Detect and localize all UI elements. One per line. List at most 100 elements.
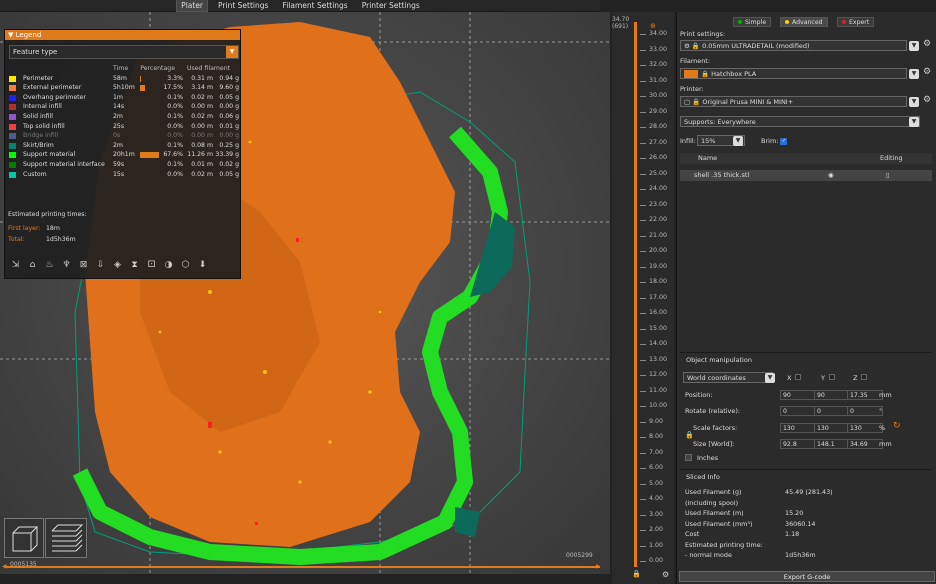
rotate-z-input[interactable]: 0 — [847, 406, 883, 416]
print-settings-select[interactable]: ⚙ 🔒 0.05mm ULTRADETAIL (modified) — [680, 40, 907, 51]
object-list-row[interactable]: shell .35 thick.stl ◉ ▯ — [680, 170, 932, 181]
tick-mark — [640, 359, 646, 361]
deretractions-icon[interactable]: ♆ — [59, 258, 74, 273]
legend-row[interactable]: Perimeter 58m 3.3% 0.31 m 0.94 g — [7, 74, 239, 84]
editing-icon[interactable]: ▯ — [886, 170, 890, 181]
tick-mark — [640, 111, 646, 113]
shells-icon[interactable]: ⬡ — [178, 258, 193, 273]
tab-filament-settings[interactable]: Filament Settings — [278, 0, 351, 11]
legend-row[interactable]: Support material 20h1m 67.6% 11.26 m 33.39 g — [7, 150, 239, 160]
lock-icon[interactable]: 🔒 — [632, 570, 641, 578]
layer-height-tick: 28.00 — [649, 123, 668, 130]
color-changes-icon[interactable]: ◈ — [110, 258, 125, 273]
scale-x-input[interactable]: 130 — [780, 423, 816, 433]
feature-filament-m: 0.02 m — [191, 112, 213, 120]
scale-y-input[interactable]: 130 — [814, 423, 850, 433]
tool-changes-icon[interactable]: ⇩ — [93, 258, 108, 273]
legend-row[interactable]: Support material interface 59s 0.1% 0.01 m 0… — [7, 160, 239, 170]
horizontal-slider-track[interactable] — [4, 566, 600, 568]
legend-row[interactable]: Internal infill 14s 0.0% 0.00 m 0.00 g — [7, 102, 239, 112]
reset-scale-icon[interactable]: ↻ — [893, 421, 901, 431]
size-x-input[interactable]: 92.8 — [780, 439, 816, 449]
legend-row[interactable]: External perimeter 5h10m 17.5% 3.14 m 9.60 g — [7, 83, 239, 93]
export-gcode-button[interactable]: Export G-code — [679, 571, 935, 582]
inches-label: Inches — [697, 454, 719, 462]
settings-gear-icon[interactable]: ⚙ — [662, 570, 669, 579]
layer-height-tick: 29.00 — [649, 107, 668, 115]
eye-icon[interactable]: ◉ — [828, 170, 834, 181]
legend-row[interactable]: Skirt/Brim 2m 0.1% 0.08 m 0.25 g — [7, 141, 239, 151]
inches-checkbox[interactable] — [685, 454, 692, 461]
feature-percentage: 0.1% — [167, 112, 183, 120]
center-of-gravity-icon[interactable]: ◑ — [161, 258, 176, 273]
legend-row[interactable]: Top solid infill 25s 0.0% 0.00 m 0.01 g — [7, 122, 239, 132]
lock-icon[interactable]: 🔒 — [685, 431, 694, 439]
tab-print-settings[interactable]: Print Settings — [214, 0, 272, 11]
feature-filament-g: 0.05 g — [219, 170, 239, 178]
chevron-down-icon[interactable]: ▼ — [909, 97, 919, 107]
mode-expert-button[interactable]: Expert — [837, 17, 875, 27]
size-z-input[interactable]: 34.69 — [847, 439, 883, 449]
pause-prints-icon[interactable]: ⧗ — [127, 258, 142, 273]
position-y-input[interactable]: 90 — [814, 390, 850, 400]
seams-icon[interactable]: ⊠ — [76, 258, 91, 273]
layer-height-tick: 23.00 — [649, 200, 668, 208]
chevron-down-icon[interactable]: ▼ — [765, 373, 775, 383]
position-x-input[interactable]: 90 — [780, 390, 816, 400]
chevron-down-icon[interactable]: ▼ — [909, 41, 919, 51]
rotate-y-input[interactable]: 0 — [814, 406, 850, 416]
tab-plater[interactable]: Plater — [176, 0, 209, 12]
view-type-select[interactable]: Feature type ▼ — [9, 45, 239, 59]
mode-simple-button[interactable]: Simple — [733, 17, 772, 27]
feature-name: Custom — [23, 170, 47, 178]
layers-view-button[interactable] — [45, 518, 87, 558]
wipe-icon[interactable]: ⌂ — [25, 258, 40, 273]
horizontal-move-slider[interactable]: 0005135 0005299 ◀ ▶ — [0, 552, 604, 574]
layer-height-tick: 27.00 — [649, 138, 668, 146]
feature-color-swatch — [9, 152, 16, 159]
chevron-down-icon[interactable]: ▼ — [909, 117, 919, 127]
right-arrow-icon[interactable]: ▶ — [596, 563, 601, 570]
legend-row[interactable]: Solid infill 2m 0.1% 0.02 m 0.06 g — [7, 112, 239, 122]
add-color-change-icon[interactable]: ⊕ — [650, 22, 656, 30]
custom-gcodes-icon[interactable]: ⚀ — [144, 258, 159, 273]
layer-height-tick: 11.00 — [649, 386, 668, 394]
gear-icon[interactable]: ⚙ — [923, 95, 931, 105]
gear-icon[interactable]: ⚙ — [923, 67, 931, 77]
retractions-icon[interactable]: ♨ — [42, 258, 57, 273]
chevron-down-icon[interactable]: ▼ — [733, 136, 743, 146]
scale-z-input[interactable]: 130 — [847, 423, 883, 433]
legend-row[interactable]: Custom 15s 0.0% 0.02 m 0.05 g — [7, 170, 239, 180]
filament-select[interactable]: 🔒 Hatchbox PLA — [680, 68, 907, 79]
cube-icon — [12, 526, 39, 552]
gear-icon[interactable]: ⚙ — [923, 39, 931, 49]
layer-height-tick: 15.00 — [649, 324, 668, 332]
chevron-down-icon[interactable]: ▼ — [909, 69, 919, 79]
feature-filament-g: 0.02 g — [219, 160, 239, 168]
3d-preview-viewport[interactable]: ▼ Legend Feature type ▼ Time Percentage … — [0, 12, 610, 574]
vertical-layer-slider[interactable]: 34.70 (691) ⊕ 34.00 33.00 32.00 31.00 30.00 29… — [612, 12, 674, 584]
3d-view-button[interactable] — [4, 518, 44, 558]
brim-checkbox[interactable]: ✓ — [780, 137, 788, 145]
tool-marker-icon[interactable]: ⬇ — [195, 258, 210, 273]
coordinates-select[interactable]: World coordinates — [683, 372, 773, 383]
legend-row[interactable]: Overhang perimeter 1m 0.1% 0.02 m 0.05 g — [7, 93, 239, 103]
layer-slider-track[interactable] — [634, 22, 637, 567]
travel-icon[interactable]: ⇲ — [8, 258, 23, 273]
mode-advanced-button[interactable]: Advanced — [780, 17, 828, 27]
layer-height-tick: 0.00 — [649, 557, 664, 564]
feature-time: 58m — [113, 74, 127, 82]
supports-select[interactable]: Supports: Everywhere — [680, 116, 920, 127]
rotate-x-input[interactable]: 0 — [780, 406, 816, 416]
tab-printer-settings[interactable]: Printer Settings — [358, 0, 424, 11]
left-arrow-icon[interactable]: ◀ — [2, 563, 7, 570]
feature-percentage: 67.6% — [163, 151, 183, 159]
position-z-input[interactable]: 17.35 — [847, 390, 883, 400]
printer-select[interactable]: ▢ 🔒 Original Prusa MINI & MINI+ — [680, 96, 907, 107]
feature-filament-g: 0.94 g — [219, 74, 239, 82]
legend-row[interactable]: Bridge infill 0s 0.0% 0.00 m 0.00 g — [7, 131, 239, 141]
legend-header[interactable]: ▼ Legend — [5, 30, 240, 40]
position-label: Position: — [685, 391, 713, 399]
layer-height-tick: 18.00 — [649, 278, 668, 285]
size-y-input[interactable]: 148.1 — [814, 439, 850, 449]
